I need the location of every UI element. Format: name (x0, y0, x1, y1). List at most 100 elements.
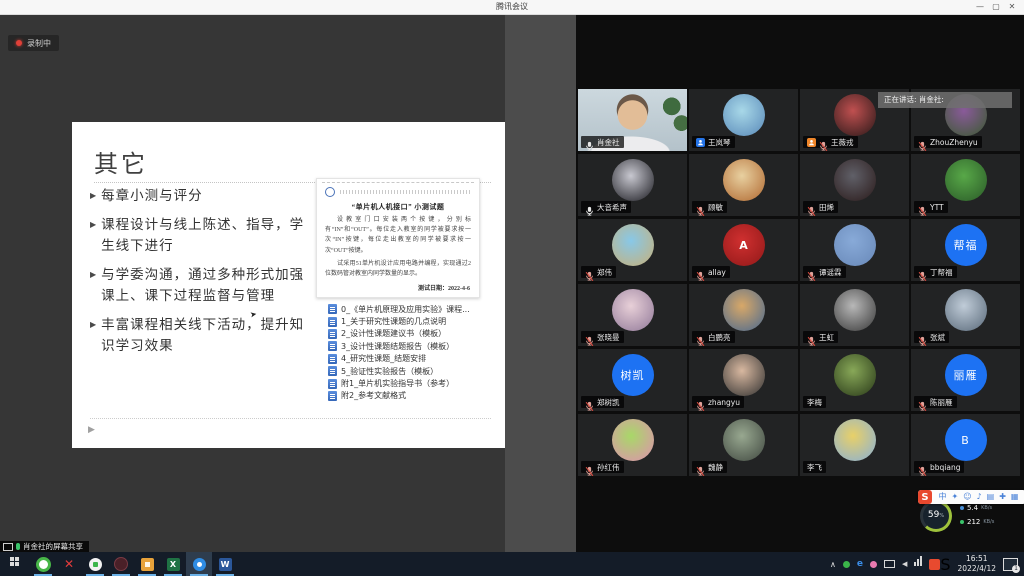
player-taskbar-button[interactable] (82, 552, 108, 576)
excel-taskbar-button[interactable]: X (160, 552, 186, 576)
presentation-slide: 其它 ▶ 每章小测与评分 ▶ 课程设计与线上陈述、指导，学生线下进行 ▶ 与学委… (72, 122, 505, 448)
toolbox-icon[interactable]: ▦ (1011, 490, 1019, 504)
window-title: 腾讯会议 (0, 0, 1024, 14)
shape-mode-icon[interactable]: ✦ (952, 490, 959, 504)
participant-tile[interactable]: 王岚琴 (689, 89, 798, 151)
participant-nameplate: allay (692, 266, 730, 278)
participant-tile[interactable]: 白鹏亮 (689, 284, 798, 346)
start-taskbar-button[interactable] (4, 552, 30, 576)
document-file-icon (328, 391, 337, 401)
clock-time: 16:51 (958, 554, 996, 564)
participant-tile[interactable]: 张晓曼 (578, 284, 687, 346)
participant-tile[interactable]: 魏静 (689, 414, 798, 476)
ime-toolbar[interactable]: S 中 ✦ ☺ ♪ ▤ ✚ ▦ (918, 490, 1024, 504)
participant-tile[interactable]: 李飞 (800, 414, 909, 476)
tray-person-icon[interactable] (870, 561, 877, 568)
participant-tile[interactable]: 肖金社 (578, 89, 687, 151)
usage-percent: 59 (928, 510, 939, 520)
participant-tile[interactable]: A allay (689, 219, 798, 281)
tencent-meeting-taskbar-button[interactable] (186, 552, 212, 576)
file-list-item: 4_研究性课题_结题安排 (328, 353, 504, 365)
doc-header-placeholder (340, 190, 471, 194)
participant-tile[interactable]: 李梅 (800, 349, 909, 411)
participant-avatar: 丽雁 (945, 354, 987, 396)
window-titlebar[interactable]: 腾讯会议 — ▢ ✕ (0, 0, 1024, 15)
taskbar-clock[interactable]: 16:51 2022/4/12 (958, 554, 996, 574)
tray-speaker-icon[interactable]: ◀ (902, 560, 907, 568)
mic-status-icon (696, 267, 705, 278)
music-app-taskbar-button[interactable] (108, 552, 134, 576)
participant-tile[interactable]: 帮福 丁帮福 (911, 219, 1020, 281)
tray-sogou-icon[interactable]: S (929, 555, 950, 574)
pinyin-mode-icon[interactable]: 中 (939, 490, 947, 504)
participant-tile[interactable]: 田烯 (800, 154, 909, 216)
participant-tile[interactable]: 大音希声 (578, 154, 687, 216)
mic-status-icon (696, 202, 705, 213)
mic-status-icon (918, 267, 927, 278)
participant-tile[interactable]: YTT (911, 154, 1020, 216)
music-app-icon (114, 557, 128, 571)
participant-nameplate: 大音希声 (581, 201, 631, 213)
tray-net-icon[interactable] (914, 562, 922, 566)
sogou-logo-icon[interactable]: S (918, 490, 932, 504)
participant-nameplate: 肖金社 (581, 136, 624, 148)
download-dot-icon (960, 520, 964, 524)
participant-name: 李飞 (807, 462, 822, 473)
bullet-arrow-icon: ▶ (90, 191, 96, 207)
notification-center-icon[interactable]: 1 (1003, 558, 1018, 571)
file-name: 5_验证性实验报告（模板） (341, 366, 438, 377)
emoji-icon[interactable]: ☺ (963, 490, 971, 504)
red-x-app-taskbar-button[interactable]: ✕ (56, 552, 82, 576)
participant-avatar (723, 289, 765, 331)
soft-keyboard-icon[interactable]: ▤ (987, 490, 995, 504)
participant-nameplate: 田烯 (803, 201, 838, 213)
taskbar-apps: ✕ X W (4, 552, 238, 576)
tray-chevron-icon[interactable]: ∧ (830, 560, 836, 569)
bullet-arrow-icon: ▶ (90, 320, 96, 357)
participant-tile[interactable]: 谭谣霖 (800, 219, 909, 281)
file-name: 1_关于研究性课题的几点说明 (341, 316, 446, 327)
start-icon (10, 557, 14, 561)
bullet-text: 与学委沟通，通过多种形式加强课上、课下过程监督与管理 (101, 265, 314, 307)
home-folder-taskbar-button[interactable] (134, 552, 160, 576)
participant-nameplate: 张晓曼 (581, 331, 624, 343)
tray-monitor-icon[interactable] (884, 560, 895, 568)
skin-icon[interactable]: ✚ (999, 490, 1006, 504)
participant-tile[interactable]: zhangyu (689, 349, 798, 411)
browser-360-taskbar-button[interactable] (30, 552, 56, 576)
word-taskbar-button[interactable]: W (212, 552, 238, 576)
participant-avatar (834, 159, 876, 201)
participant-tile[interactable]: 丽雁 陈丽雁 (911, 349, 1020, 411)
participant-name: 王岚琴 (708, 137, 731, 148)
maximize-button[interactable]: ▢ (988, 0, 1004, 14)
participant-tile[interactable]: 张斌 (911, 284, 1020, 346)
participant-nameplate: 王薇戎 (803, 136, 858, 148)
participant-avatar (834, 224, 876, 266)
participant-tile[interactable]: 郑伟 (578, 219, 687, 281)
participant-avatar (723, 419, 765, 461)
close-button[interactable]: ✕ (1004, 0, 1020, 14)
tray-esafe-icon[interactable]: e (857, 559, 863, 569)
participant-nameplate: bbqiang (914, 461, 964, 473)
home-folder-icon (141, 558, 154, 571)
participant-tile[interactable]: B bbqiang (911, 414, 1020, 476)
participant-tile[interactable]: 顾敏 (689, 154, 798, 216)
minimize-button[interactable]: — (972, 0, 988, 14)
clock-date: 2022/4/12 (958, 564, 996, 574)
mic-status-icon (918, 462, 927, 473)
mic-status-icon (918, 137, 927, 148)
participant-tile[interactable]: 孙红伟 (578, 414, 687, 476)
notification-count-badge: 1 (1012, 565, 1020, 573)
tray-green-icon[interactable] (843, 561, 850, 568)
upload-speed-row: 5.4 KB/s (960, 504, 992, 512)
participant-tile[interactable]: 王虹 (800, 284, 909, 346)
voice-input-icon[interactable]: ♪ (977, 490, 982, 504)
mic-icon (16, 543, 20, 550)
browser-360-icon (36, 557, 51, 572)
file-name: 附2_参考文献格式 (341, 390, 406, 401)
participant-tile[interactable]: 树凯 郑树凯 (578, 349, 687, 411)
participant-nameplate: 丁帮福 (914, 266, 957, 278)
participant-nameplate: 孙红伟 (581, 461, 624, 473)
screen-share-label: 肖金社的屏幕共享 (0, 541, 89, 552)
participant-avatar (945, 159, 987, 201)
